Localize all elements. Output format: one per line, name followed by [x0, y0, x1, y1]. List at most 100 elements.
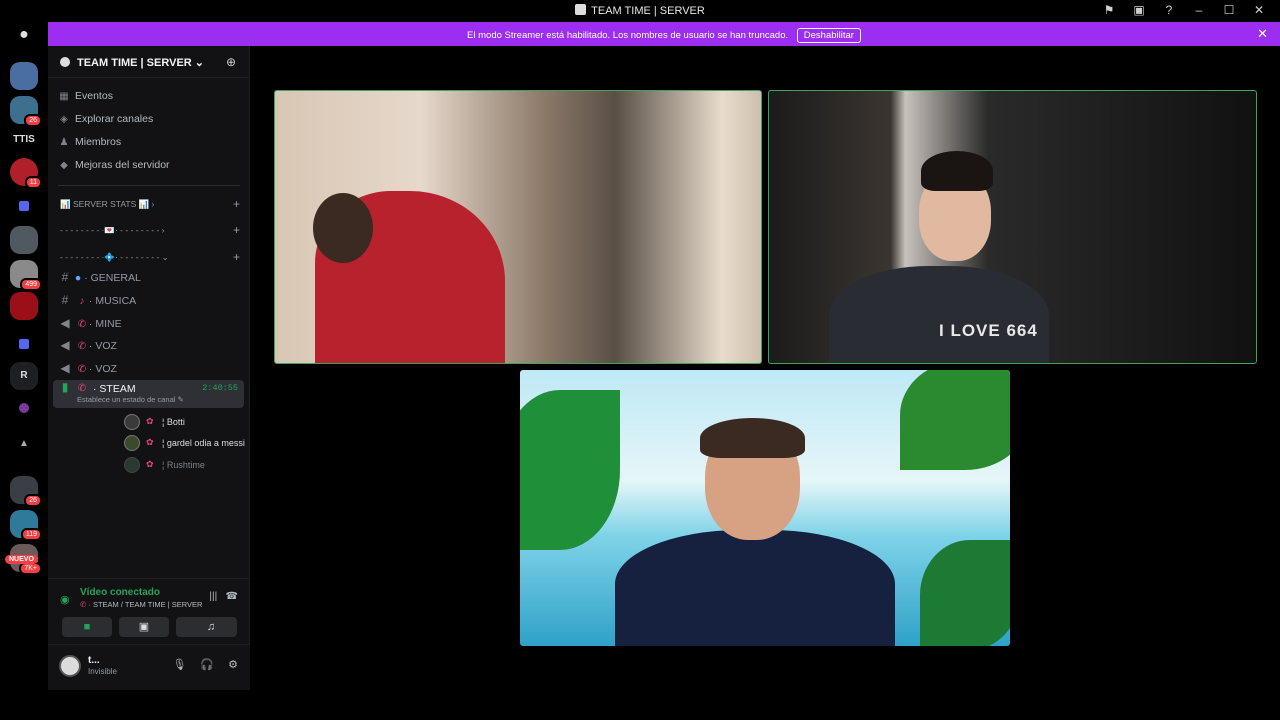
- voice-connection-panel: ◉ Vídeo conectado ✆ · STEAM / TEAM TIME …: [48, 578, 250, 644]
- nav-eventos[interactable]: ▦ Eventos: [58, 90, 238, 110]
- video-tile[interactable]: [274, 90, 762, 364]
- add-channel-icon[interactable]: +: [233, 250, 240, 264]
- category-server-stats[interactable]: 📊 SERVER STATS 📊 › +: [60, 197, 240, 213]
- streamer-mode-banner: El modo Streamer está habilitado. Los no…: [48, 22, 1280, 46]
- background-foliage: [920, 540, 1010, 646]
- server-header[interactable]: TEAM TIME | SERVER ⌄ ⊕: [48, 46, 250, 78]
- invite-icon[interactable]: ⊕: [226, 55, 236, 69]
- close-icon[interactable]: ✕: [1257, 26, 1268, 42]
- shirt-text: I LOVE 664: [939, 321, 1038, 340]
- server-icon[interactable]: 11: [10, 158, 42, 189]
- disconnect-icon[interactable]: ☎: [226, 591, 238, 602]
- channel-musica[interactable]: # ♪ · MUSICA: [58, 293, 242, 313]
- unread-badge: 26: [24, 494, 42, 507]
- flower-icon: ✿: [146, 416, 154, 426]
- voice-status-title: Vídeo conectado: [80, 587, 161, 598]
- add-channel-icon[interactable]: +: [233, 197, 240, 211]
- channel-status[interactable]: Establece un estado de canal ✎: [77, 395, 184, 404]
- channel-steam-active[interactable]: ▮ ✆ · STEAM 2:40:55 Establece un estado d…: [53, 380, 244, 408]
- server-folder[interactable]: 119: [10, 510, 42, 541]
- server-icon[interactable]: TTIS: [10, 126, 38, 154]
- server-folder[interactable]: 26: [10, 476, 42, 507]
- soundboard-button[interactable]: ♫: [185, 617, 237, 637]
- settings-icon[interactable]: ⚙: [228, 658, 238, 671]
- folder-icon[interactable]: [10, 192, 38, 220]
- server-icon[interactable]: 26: [10, 96, 42, 127]
- signal-icon[interactable]: ◉: [60, 593, 70, 606]
- title-bar: TEAM TIME | SERVER ⚑ ▣ ? – ☐ ✕: [0, 0, 1280, 22]
- user-status: Invisible: [88, 667, 117, 676]
- speaker-icon: ◀: [60, 338, 70, 352]
- close-window-button[interactable]: ✕: [1244, 3, 1274, 17]
- help-icon[interactable]: ?: [1154, 3, 1184, 17]
- phone-icon: ✆: [77, 383, 87, 394]
- server-icon[interactable]: [10, 394, 38, 422]
- discord-home-icon[interactable]: ●: [10, 26, 38, 48]
- globe-icon: ●: [74, 272, 82, 284]
- category-separator[interactable]: - - - - - - - - ·💌· - - - - - - - - › +: [60, 223, 240, 239]
- channel-mine[interactable]: ◀ ✆ · MINE: [58, 316, 242, 336]
- noise-suppression-icon[interactable]: |||: [209, 591, 217, 602]
- server-list: 26 TTIS 11 499 R ▲ 26 119 7K+ NUEVO: [0, 50, 48, 690]
- avatar[interactable]: [59, 655, 81, 677]
- inbox-icon[interactable]: ▣: [1124, 3, 1154, 17]
- background-foliage: [520, 390, 620, 550]
- disable-streamer-button[interactable]: Deshabilitar: [796, 28, 861, 43]
- compass-icon: ◈: [60, 114, 68, 125]
- video-tile[interactable]: [520, 370, 1010, 646]
- server-icon[interactable]: [10, 62, 38, 90]
- lock-icon[interactable]: ▲: [10, 430, 38, 458]
- voice-status-subtitle[interactable]: ✆ · STEAM / TEAM TIME | SERVER: [80, 600, 202, 609]
- text-channel-icon: #: [61, 293, 69, 307]
- server-icon[interactable]: 499: [10, 260, 42, 291]
- text-channel-icon: #: [61, 270, 69, 284]
- headphones-icon[interactable]: 🎧: [200, 658, 214, 671]
- avatar: [124, 414, 140, 430]
- user-controls: 🎙 🎧 ⚙: [172, 658, 238, 671]
- channel-general[interactable]: # ● · GENERAL: [58, 270, 242, 290]
- nav-miembros[interactable]: ♟ Miembros: [58, 136, 238, 156]
- username[interactable]: t...: [88, 655, 100, 666]
- background-foliage: [900, 370, 1010, 470]
- window-controls: ⚑ ▣ ? – ☐ ✕: [1094, 3, 1274, 17]
- camera-button[interactable]: ■: [62, 617, 112, 637]
- streamer-mode-message: El modo Streamer está habilitado. Los no…: [467, 30, 789, 41]
- video-tile[interactable]: I LOVE 664: [768, 90, 1257, 364]
- category-separator[interactable]: - - - - - - - - ·💠· - - - - - - - - ⌄ +: [60, 250, 240, 266]
- voice-panel-actions: ||| ☎: [209, 591, 238, 602]
- server-icon[interactable]: R: [10, 362, 38, 390]
- channel-voz[interactable]: ◀ ✆ · VOZ: [58, 338, 242, 358]
- microphone-icon[interactable]: 🎙: [172, 658, 186, 671]
- new-badge: NUEVO: [5, 555, 38, 564]
- participant-hair: [921, 151, 993, 191]
- avatar: [124, 457, 140, 473]
- unread-badge: 499: [20, 278, 42, 291]
- nav-explorar-canales[interactable]: ◈ Explorar canales: [58, 113, 238, 133]
- participant-hair: [700, 418, 805, 458]
- participant-video: [615, 530, 895, 646]
- flag-icon[interactable]: ⚑: [1094, 3, 1124, 17]
- flower-icon: ✿: [146, 459, 154, 469]
- add-channel-icon[interactable]: +: [233, 223, 240, 237]
- channel-voz[interactable]: ◀ ✆ · VOZ: [58, 361, 242, 381]
- minimize-button[interactable]: –: [1184, 3, 1214, 17]
- screen-share-button[interactable]: ▣: [119, 617, 169, 637]
- server-icon[interactable]: [10, 226, 38, 254]
- unread-badge: 11: [24, 176, 42, 189]
- video-stage: I LOVE 664: [250, 46, 1280, 690]
- maximize-button[interactable]: ☐: [1214, 3, 1244, 17]
- channel-sidebar: TEAM TIME | SERVER ⌄ ⊕ ▦ Eventos ◈ Explora…: [48, 46, 287, 690]
- speaker-icon: ◀: [60, 316, 70, 330]
- nav-mejoras[interactable]: ◆ Mejoras del servidor: [58, 159, 238, 179]
- guitar-icon: ♪: [79, 296, 85, 307]
- folder-icon[interactable]: [10, 330, 38, 358]
- unread-badge: 119: [20, 528, 42, 541]
- user-panel: t... Invisible 🎙 🎧 ⚙: [48, 644, 250, 690]
- participant-head: [313, 193, 373, 263]
- window-title: TEAM TIME | SERVER: [0, 4, 1280, 17]
- call-timer: 2:40:55: [202, 383, 238, 393]
- server-name: TEAM TIME | SERVER ⌄: [77, 57, 205, 69]
- server-icon[interactable]: [10, 292, 38, 320]
- phone-icon: ✆: [77, 319, 87, 330]
- phone-icon: ✆: [77, 364, 87, 375]
